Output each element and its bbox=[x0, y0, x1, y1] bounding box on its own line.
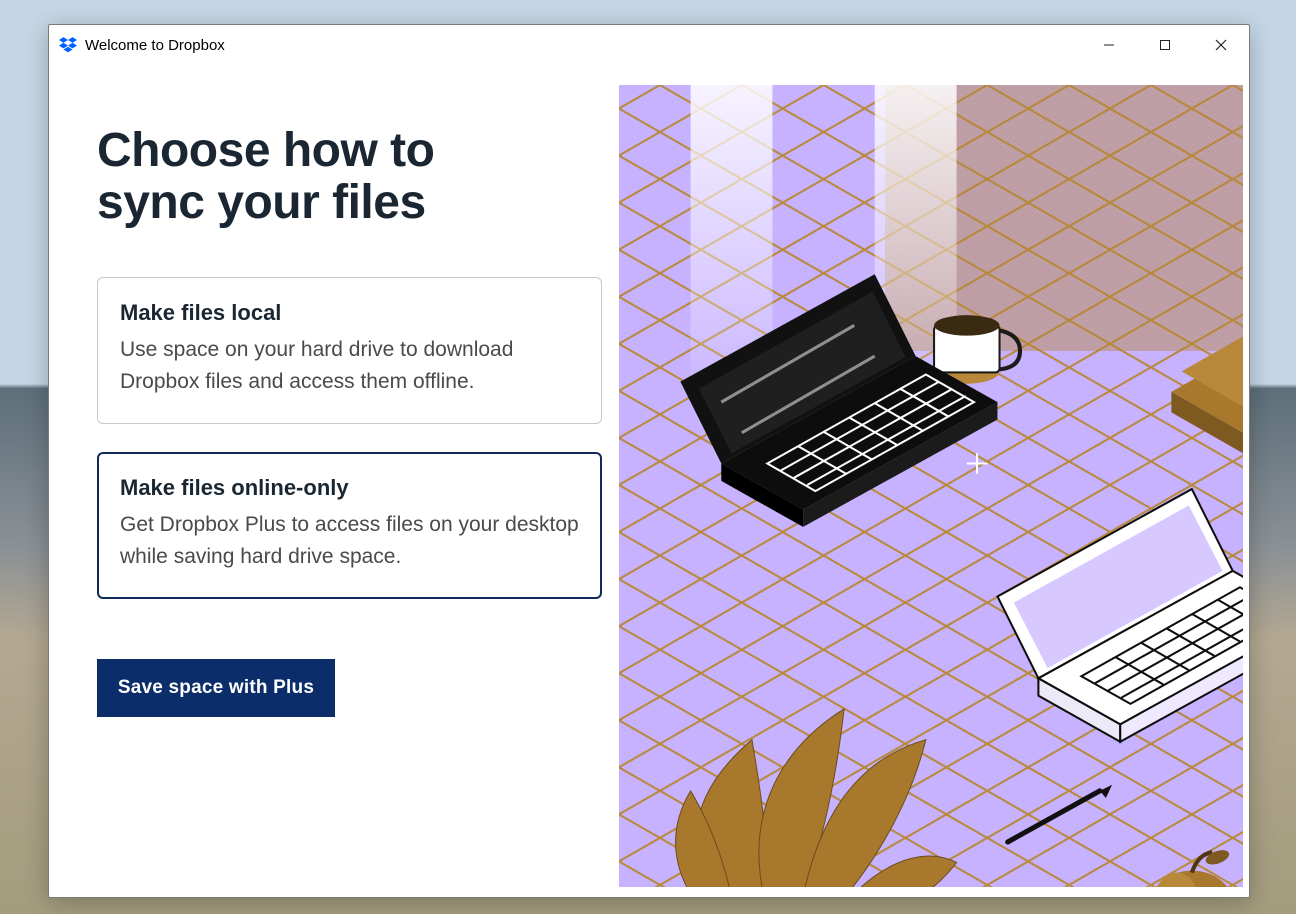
left-pane: Choose how to sync your files Make files… bbox=[49, 65, 619, 897]
maximize-button[interactable] bbox=[1137, 25, 1193, 65]
option-description: Use space on your hard drive to download… bbox=[120, 334, 579, 399]
option-make-files-local[interactable]: Make files local Use space on your hard … bbox=[97, 277, 602, 424]
page-title: Choose how to sync your files bbox=[97, 125, 619, 229]
option-make-files-online-only[interactable]: Make files online-only Get Dropbox Plus … bbox=[97, 452, 602, 599]
dropbox-welcome-window: Welcome to Dropbox Choose how to sync yo… bbox=[48, 24, 1250, 898]
minimize-button[interactable] bbox=[1081, 25, 1137, 65]
option-title: Make files online-only bbox=[120, 475, 579, 501]
illustration-pane bbox=[619, 85, 1243, 887]
dialog-content: Choose how to sync your files Make files… bbox=[49, 65, 1249, 897]
dropbox-icon bbox=[59, 36, 77, 54]
headline-line2: sync your files bbox=[97, 176, 426, 229]
save-space-with-plus-button[interactable]: Save space with Plus bbox=[97, 659, 335, 717]
window-title: Welcome to Dropbox bbox=[85, 37, 225, 54]
close-button[interactable] bbox=[1193, 25, 1249, 65]
titlebar: Welcome to Dropbox bbox=[49, 25, 1249, 65]
option-title: Make files local bbox=[120, 300, 579, 326]
isometric-illustration bbox=[619, 85, 1243, 887]
headline-line1: Choose how to bbox=[97, 124, 434, 177]
option-description: Get Dropbox Plus to access files on your… bbox=[120, 509, 579, 574]
